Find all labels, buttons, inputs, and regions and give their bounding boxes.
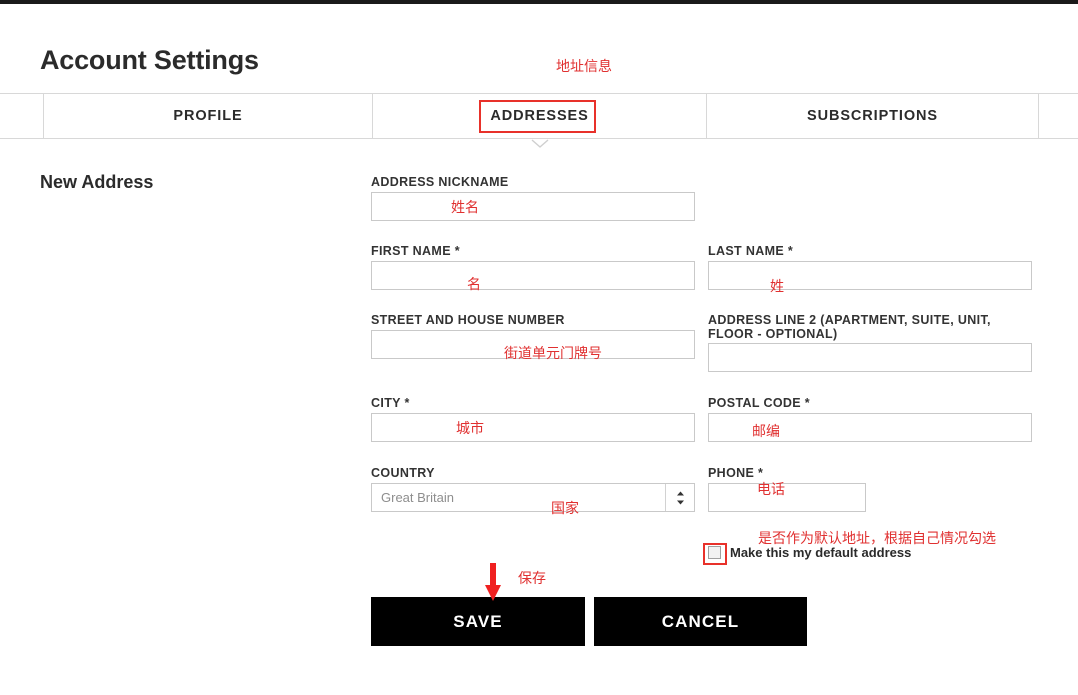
city-input[interactable] [371, 413, 695, 442]
tab-addresses[interactable]: ADDRESSES [373, 94, 707, 138]
address-nickname-label: ADDRESS NICKNAME [371, 175, 509, 189]
top-accent-band [0, 0, 1078, 4]
cancel-button[interactable]: CANCEL [594, 597, 807, 646]
last-name-input[interactable] [708, 261, 1032, 290]
tab-subscriptions[interactable]: SUBSCRIPTIONS [707, 94, 1039, 138]
address-line-2-label: ADDRESS LINE 2 (APARTMENT, SUITE, UNIT, … [708, 313, 991, 341]
save-button-label: SAVE [453, 611, 503, 631]
tab-profile-label: PROFILE [173, 108, 243, 124]
address-line-2-input[interactable] [708, 343, 1032, 372]
phone-label: PHONE * [708, 466, 764, 480]
street-input[interactable] [371, 330, 695, 359]
first-name-input[interactable] [371, 261, 695, 290]
tab-subscriptions-label: SUBSCRIPTIONS [807, 108, 938, 124]
cancel-button-label: CANCEL [661, 611, 740, 631]
default-address-row[interactable]: Make this my default address [708, 545, 911, 560]
tab-bar-left-spacer [0, 94, 44, 138]
chevron-updown-icon[interactable] [665, 484, 694, 511]
default-address-label[interactable]: Make this my default address [730, 545, 911, 560]
default-address-checkbox[interactable] [708, 546, 721, 559]
annotation-header: 地址信息 [556, 59, 612, 75]
street-label: STREET AND HOUSE NUMBER [371, 313, 565, 327]
page-title: Account Settings [40, 45, 259, 75]
postal-code-label: POSTAL CODE * [708, 396, 811, 410]
tab-addresses-label: ADDRESSES [490, 108, 589, 124]
address-nickname-input[interactable] [371, 192, 695, 221]
last-name-label: LAST NAME * [708, 244, 794, 258]
save-button[interactable]: SAVE [371, 597, 585, 646]
active-tab-caret-icon [531, 139, 549, 149]
country-label: COUNTRY [371, 466, 435, 480]
section-title: New Address [40, 172, 154, 192]
country-select[interactable]: Great Britain [371, 483, 695, 512]
tab-bar-right-spacer [1039, 94, 1078, 138]
city-label: CITY * [371, 396, 410, 410]
country-select-value: Great Britain [381, 490, 454, 505]
annotation-save: 保存 [518, 571, 546, 587]
tab-profile[interactable]: PROFILE [44, 94, 373, 138]
first-name-label: FIRST NAME * [371, 244, 460, 258]
tab-bar: PROFILE ADDRESSES SUBSCRIPTIONS [0, 93, 1078, 139]
postal-code-input[interactable] [708, 413, 1032, 442]
phone-input[interactable] [708, 483, 866, 512]
